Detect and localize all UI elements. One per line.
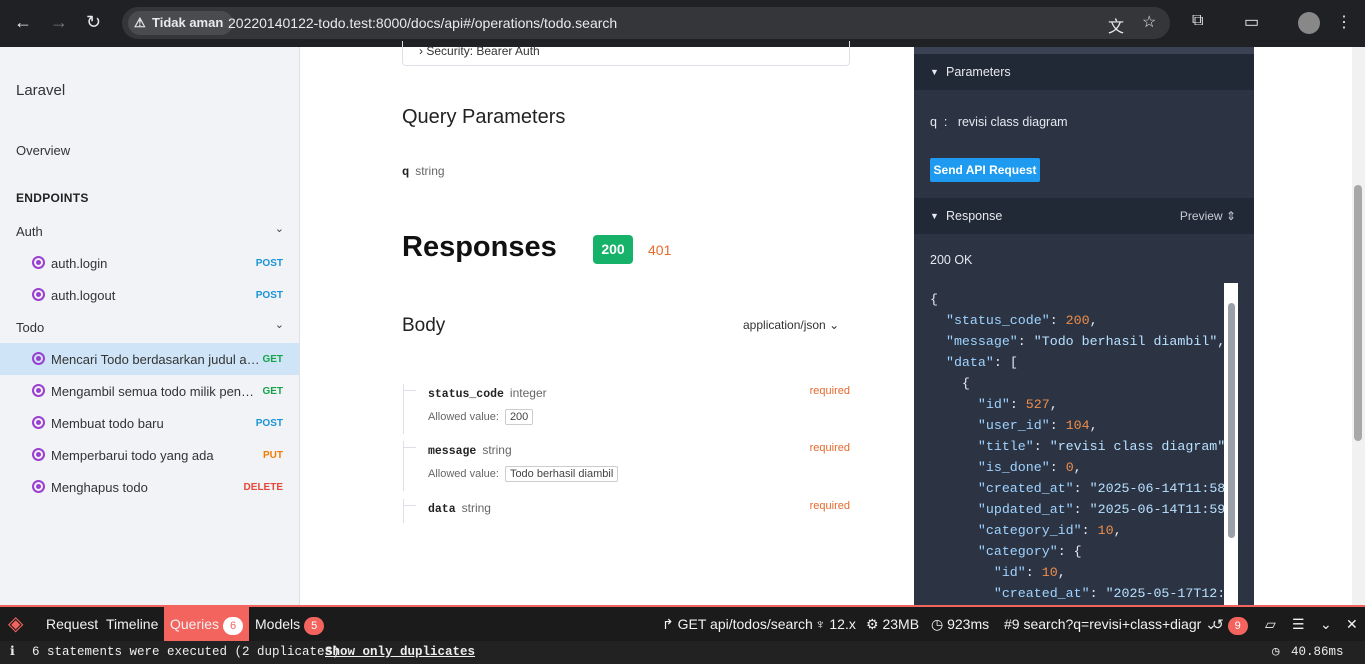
- operation-icon: [32, 384, 45, 397]
- field-status-code: status_code integer required Allowed value:…: [403, 384, 850, 434]
- code-line: "category_id": 10,: [977, 523, 1122, 538]
- version-info: ♆ 12.x: [815, 616, 856, 632]
- memory-info: ⚙ 23MB: [866, 616, 920, 632]
- sidebar-op-todo-index[interactable]: Mengambil semua todo milik penggu... GET: [0, 375, 299, 407]
- code-line: "status_code": 200,: [945, 313, 1098, 328]
- operation-icon: [32, 448, 45, 461]
- param-q: q string: [402, 164, 445, 179]
- field-message: message string required Allowed value: Todo …: [403, 441, 850, 491]
- sidebar-op-auth-logout[interactable]: auth.logout POST: [0, 279, 299, 311]
- route-info: ↱ GET api/todos/search: [662, 616, 813, 632]
- triangle-down-icon: ▼: [930, 67, 939, 77]
- browser-toolbar: ← → ↻ ⚠ Tidak aman 20220140122-todo.test:…: [0, 0, 1365, 47]
- time-info: ◷ 923ms: [931, 616, 990, 632]
- chevron-down-icon: ⌄: [274, 223, 284, 235]
- extensions-icon[interactable]: ⧉: [1192, 12, 1203, 30]
- sidebar-overview[interactable]: Overview: [16, 143, 70, 158]
- operation-icon: [32, 288, 45, 301]
- tab-timeline[interactable]: Timeline: [106, 607, 158, 641]
- sidebar-op-todo-search[interactable]: Mencari Todo berdasarkan judul atau... GE…: [0, 343, 299, 375]
- endpoints-heading: ENDPOINTS: [16, 191, 89, 205]
- group-todo[interactable]: Todo ⌄: [16, 319, 284, 335]
- star-icon[interactable]: ☆: [1142, 12, 1156, 32]
- folder-icon[interactable]: ▱: [1265, 607, 1276, 641]
- page-scrollbar[interactable]: [1352, 47, 1365, 605]
- reload-icon[interactable]: ↻: [86, 12, 101, 33]
- param-q-input[interactable]: revisi class diagram: [958, 115, 1068, 129]
- send-api-request-button[interactable]: Send API Request: [930, 158, 1040, 182]
- show-duplicates-link[interactable]: Show only duplicates: [325, 641, 475, 664]
- param-row-q: q : revisi class diagram: [930, 115, 1068, 129]
- cast-icon[interactable]: ▭: [1244, 12, 1259, 32]
- back-icon[interactable]: ←: [14, 12, 32, 33]
- field-data: data string required: [403, 499, 850, 523]
- warning-icon: ⚠: [134, 15, 146, 30]
- status-tab-401[interactable]: 401: [648, 242, 671, 258]
- security-box[interactable]: › Security: Bearer Auth: [402, 41, 850, 66]
- close-icon[interactable]: ✕: [1346, 607, 1358, 641]
- translate-icon[interactable]: 文: [1108, 13, 1124, 37]
- brand-title: Laravel: [16, 82, 66, 99]
- code-line: {: [930, 376, 970, 391]
- code-line: "message": "Todo berhasil diambil",: [945, 334, 1226, 349]
- mime-select[interactable]: application/json ⌄: [743, 318, 839, 332]
- sidebar: Laravel Overview ENDPOINTS Auth ⌄ auth.lo…: [0, 47, 300, 605]
- sidebar-op-todo-store[interactable]: Membuat todo baru POST: [0, 407, 299, 439]
- code-line: "created_at": "2025-06-14T11:58:: [977, 481, 1226, 496]
- menu-icon[interactable]: ⋮: [1336, 12, 1352, 32]
- operation-icon: [32, 480, 45, 493]
- parameters-bar[interactable]: ▼ Parameters: [914, 54, 1254, 90]
- code-line: "data": [: [945, 355, 1018, 370]
- security-chip[interactable]: ⚠ Tidak aman: [128, 11, 234, 35]
- operation-icon: [32, 352, 45, 365]
- clock-icon: ◷: [1272, 645, 1280, 659]
- response-body: { "status_code": 200, "message": "Todo b…: [930, 289, 1226, 605]
- operation-icon: [32, 416, 45, 429]
- group-auth[interactable]: Auth ⌄: [16, 223, 284, 239]
- info-icon: ℹ: [10, 645, 15, 659]
- tab-queries[interactable]: Queries 6: [164, 607, 250, 641]
- laravel-logo-icon[interactable]: ◈: [8, 607, 23, 641]
- sidebar-op-auth-login[interactable]: auth.login POST: [0, 247, 299, 279]
- code-line: "is_done": 0,: [977, 460, 1082, 475]
- sidebar-op-todo-destroy[interactable]: Menghapus todo DELETE: [0, 471, 299, 503]
- history-button[interactable]: ↺ 9: [1212, 607, 1248, 641]
- tab-models[interactable]: Models 5: [255, 607, 325, 641]
- response-bar[interactable]: ▼ Response Preview ⇕: [914, 198, 1254, 234]
- triangle-down-icon: ▼: [930, 211, 939, 221]
- request-select[interactable]: #9 search?q=revisi+class+diagr ⌄: [1004, 607, 1217, 641]
- code-line: "user_id": 104,: [977, 418, 1098, 433]
- operation-icon: [32, 256, 45, 269]
- avatar[interactable]: [1298, 12, 1320, 34]
- debugbar-footer: ℹ 6 statements were executed (2 duplicat…: [0, 641, 1365, 664]
- code-line: "id": 527,: [977, 397, 1058, 412]
- chevron-down-icon[interactable]: ⌄: [1320, 607, 1332, 641]
- tab-request[interactable]: Request: [46, 607, 98, 641]
- sidebar-op-todo-update[interactable]: Memperbarui todo yang ada PUT: [0, 439, 299, 471]
- code-line: "updated_at": "2025-06-14T11:59:: [977, 502, 1226, 517]
- response-scrollbar[interactable]: [1224, 283, 1238, 605]
- status-tab-200[interactable]: 200: [593, 235, 633, 264]
- forward-icon[interactable]: →: [50, 12, 68, 33]
- main-content: › Security: Bearer Auth Query Parameters…: [300, 41, 914, 605]
- chevron-down-icon: ⌄: [829, 318, 840, 332]
- code-line: "category": {: [977, 544, 1082, 559]
- query-params-heading: Query Parameters: [402, 106, 566, 128]
- chevron-down-icon: ⌄: [274, 319, 284, 331]
- response-status: 200 OK: [930, 253, 973, 267]
- responses-heading: Responses: [402, 231, 557, 263]
- address-bar[interactable]: ⚠ Tidak aman 20220140122-todo.test:8000/d…: [122, 7, 1170, 39]
- url-text[interactable]: 20220140122-todo.test:8000/docs/api#/ope…: [228, 7, 617, 39]
- code-line: "title": "revisi class diagram",: [977, 439, 1226, 454]
- footer-time: 40.86ms: [1291, 645, 1344, 659]
- preview-select[interactable]: Preview ⇕: [1180, 198, 1236, 234]
- code-line: {: [930, 292, 938, 307]
- debugbar: ◈ Request Timeline Queries 6 Models 5 ↱ GE…: [0, 605, 1365, 641]
- try-it-panel: ▼ Parameters q : revisi class diagram Sen…: [914, 47, 1254, 605]
- body-heading: Body: [402, 315, 446, 336]
- code-line: "id": 10,: [993, 565, 1066, 580]
- code-line: "created_at": "2025-05-17T12:3: [993, 586, 1226, 601]
- settings-icon[interactable]: ☰: [1292, 607, 1305, 641]
